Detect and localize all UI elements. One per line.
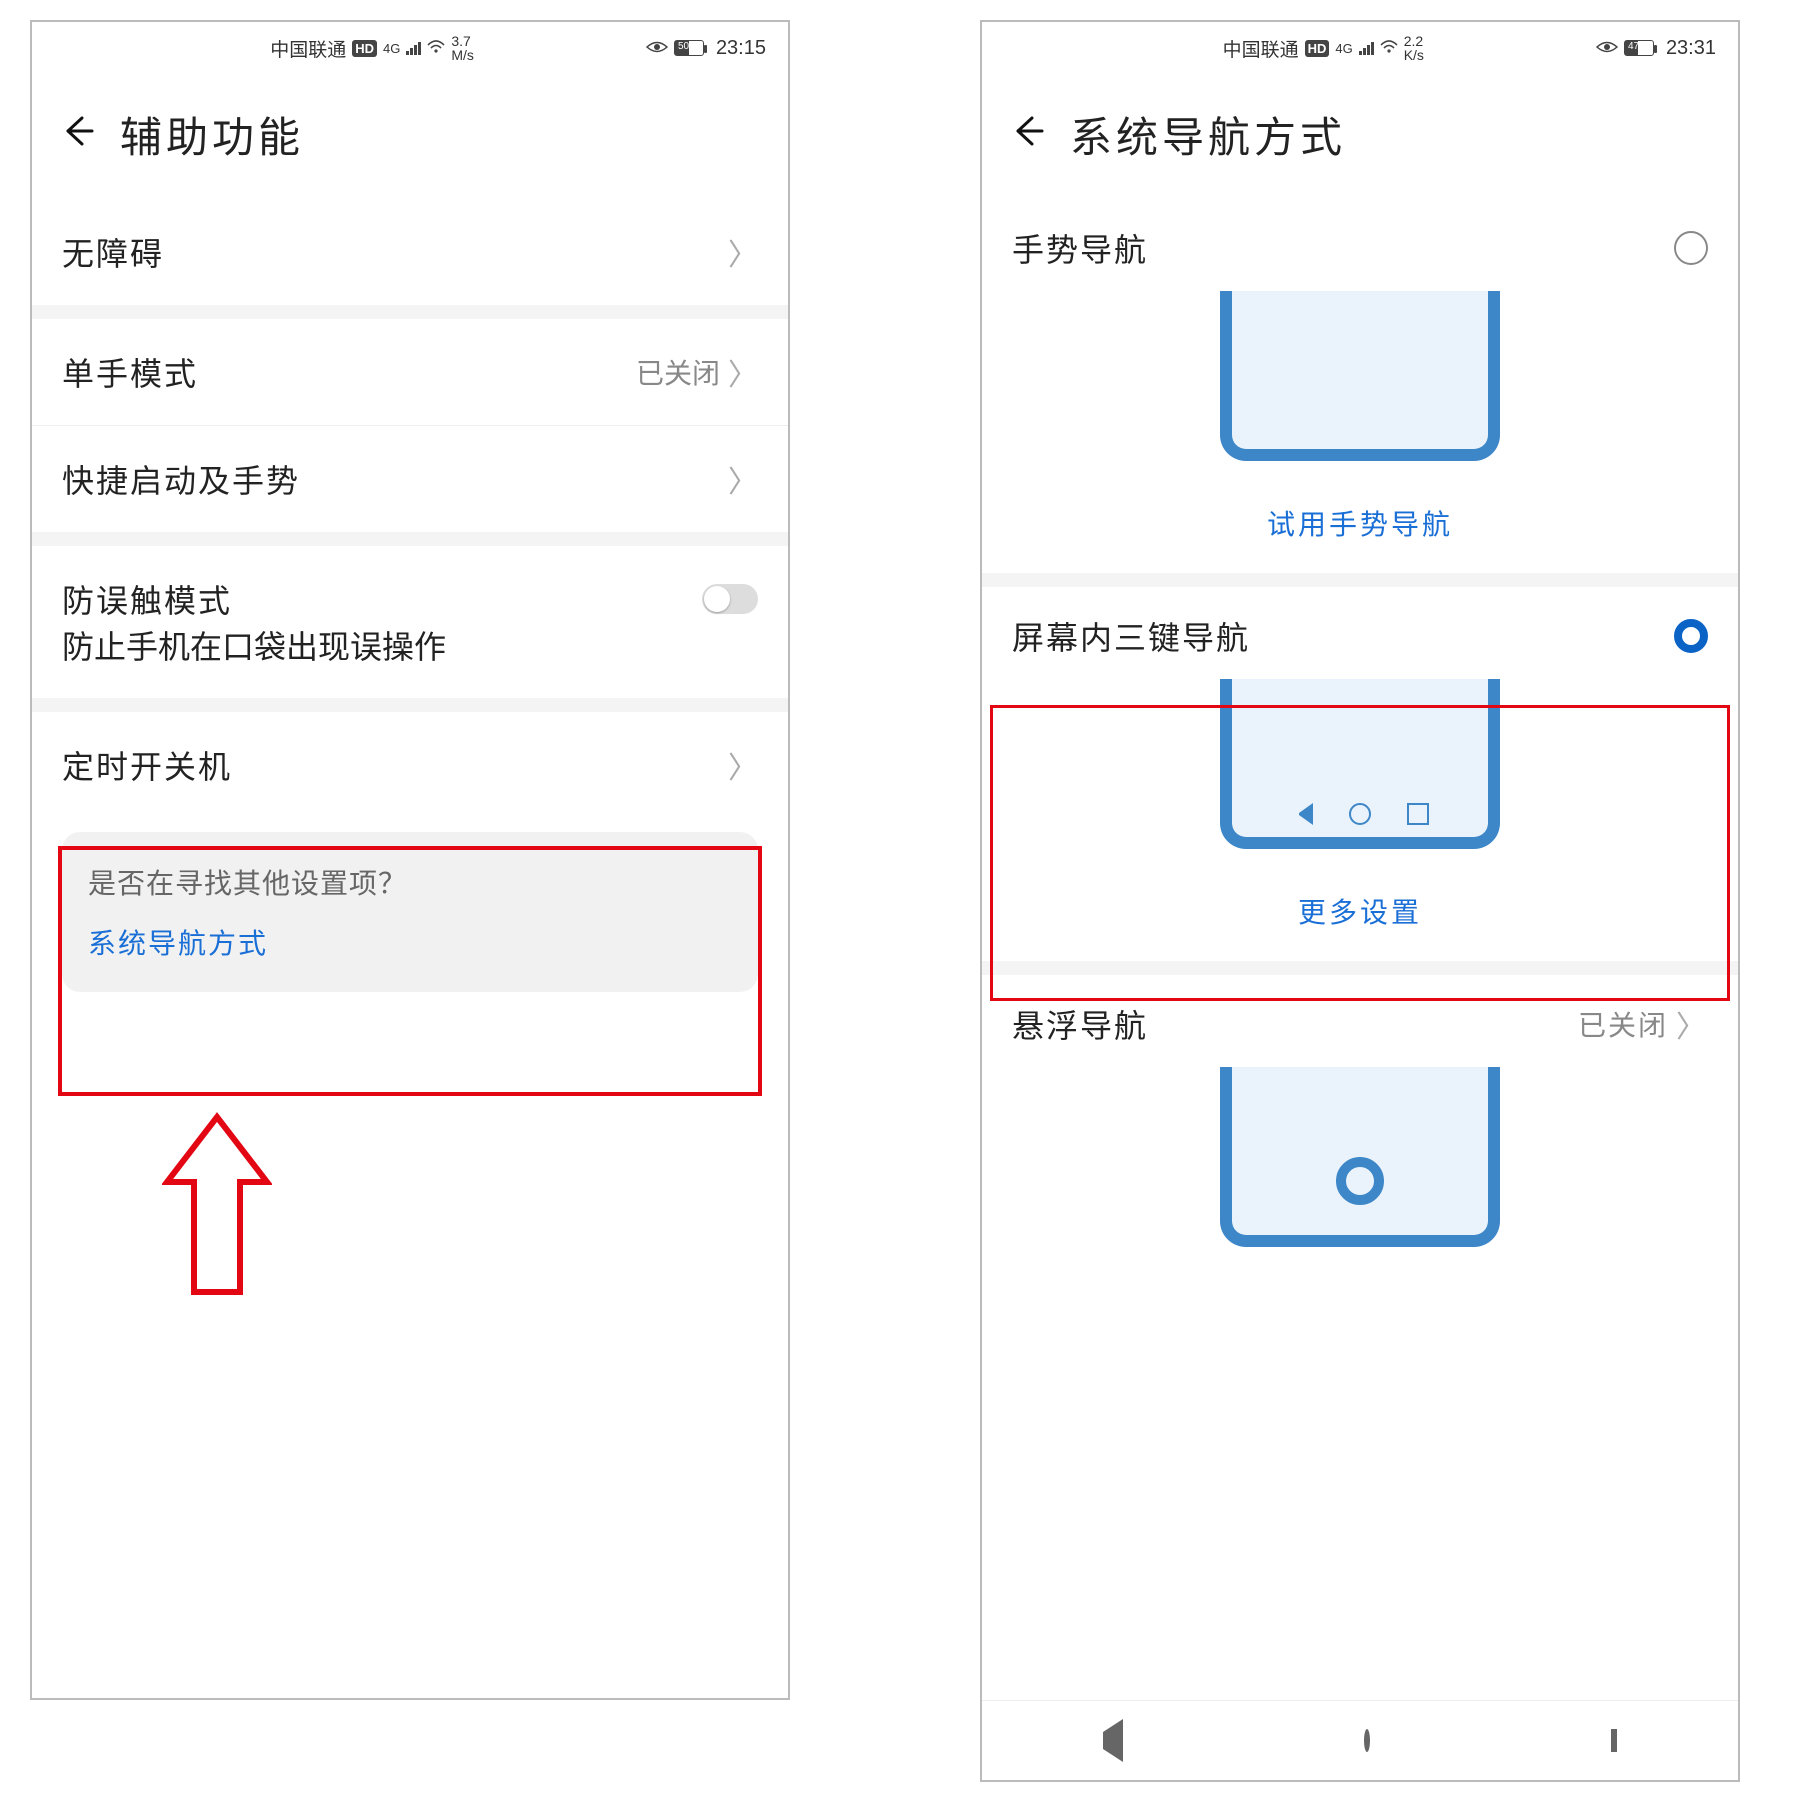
- section-divider: [32, 305, 788, 319]
- chevron-right-icon: 〉: [728, 350, 758, 394]
- nav-option-three-key[interactable]: 屏幕内三键导航: [982, 587, 1738, 673]
- wifi-icon: [1380, 38, 1398, 59]
- annotation-highlight-box: [990, 705, 1730, 1001]
- row-label: 快捷启动及手势: [62, 456, 728, 502]
- system-navigation-bar: [982, 1700, 1738, 1780]
- row-one-hand-mode[interactable]: 单手模式 已关闭 〉: [32, 319, 788, 425]
- signal-icon: [406, 41, 421, 55]
- annotation-arrow-icon: [162, 1112, 272, 1302]
- net-speed-unit: M/s: [451, 48, 474, 62]
- network-gen: 4G: [383, 41, 400, 56]
- row-value: 已关闭: [636, 352, 720, 392]
- preview-floating: [982, 1061, 1738, 1265]
- option-label: 屏幕内三键导航: [1012, 613, 1250, 659]
- row-mistouch-prevention[interactable]: 防误触模式 防止手机在口袋出现误操作: [32, 546, 788, 698]
- row-scheduled-power[interactable]: 定时开关机 〉: [32, 712, 788, 818]
- radio-unselected[interactable]: [1674, 231, 1708, 265]
- chevron-right-icon: 〉: [1676, 1002, 1708, 1046]
- net-speed-value: 3.7: [451, 34, 474, 48]
- net-speed: 3.7 M/s: [451, 34, 474, 62]
- section-divider: [32, 532, 788, 546]
- battery-icon: 47: [1624, 40, 1654, 56]
- option-value: 已关闭: [1578, 1004, 1668, 1044]
- phone-mock-icon: [1220, 291, 1500, 461]
- radio-selected[interactable]: [1674, 619, 1708, 653]
- carrier-label: 中国联通: [270, 35, 346, 62]
- annotation-highlight-box: [58, 846, 762, 1096]
- back-button[interactable]: [1010, 114, 1044, 155]
- wifi-icon: [427, 38, 445, 59]
- option-label: 悬浮导航: [1012, 1001, 1148, 1047]
- page-header: 辅助功能: [32, 70, 788, 199]
- phone-screenshot-accessibility: 中国联通 HD 4G 3.7 M/s 50 23:15 辅助功能 无障碍 〉 单…: [30, 20, 790, 1700]
- row-shortcuts-gestures[interactable]: 快捷启动及手势 〉: [32, 426, 788, 532]
- battery-icon: 50: [674, 40, 704, 56]
- clock: 23:15: [716, 37, 766, 60]
- signal-icon: [1359, 41, 1374, 55]
- hd-badge: HD: [352, 40, 377, 57]
- page-header: 系统导航方式: [982, 70, 1738, 199]
- sys-back-button[interactable]: [1103, 1732, 1123, 1750]
- clock: 23:31: [1666, 37, 1716, 60]
- row-label: 定时开关机: [62, 742, 728, 788]
- nav-option-gesture[interactable]: 手势导航: [982, 199, 1738, 285]
- section-divider: [982, 573, 1738, 587]
- page-title: 辅助功能: [120, 104, 304, 165]
- row-subtitle: 防止手机在口袋出现误操作: [62, 622, 446, 668]
- back-button[interactable]: [60, 114, 94, 155]
- chevron-right-icon: 〉: [728, 743, 758, 787]
- phone-mock-icon: [1220, 1067, 1500, 1247]
- toggle-switch[interactable]: [702, 584, 758, 614]
- chevron-right-icon: 〉: [728, 230, 758, 274]
- net-speed: 2.2 K/s: [1404, 34, 1424, 62]
- eye-comfort-icon: [1596, 38, 1618, 59]
- status-bar: 中国联通 HD 4G 3.7 M/s 50 23:15: [32, 22, 788, 70]
- row-label: 单手模式: [62, 349, 636, 395]
- hd-badge: HD: [1305, 40, 1330, 57]
- network-gen: 4G: [1335, 41, 1352, 56]
- sys-home-button[interactable]: [1364, 1732, 1370, 1750]
- net-speed-value: 2.2: [1404, 34, 1424, 48]
- net-speed-unit: K/s: [1404, 48, 1424, 62]
- preview-gesture: [982, 285, 1738, 479]
- option-label: 手势导航: [1012, 225, 1148, 271]
- carrier-label: 中国联通: [1223, 35, 1299, 62]
- row-accessibility[interactable]: 无障碍 〉: [32, 199, 788, 305]
- row-label: 防误触模式: [62, 576, 702, 622]
- status-bar: 中国联通 HD 4G 2.2 K/s 47 23:31: [982, 22, 1738, 70]
- eye-comfort-icon: [646, 38, 668, 59]
- sys-recents-button[interactable]: [1611, 1732, 1617, 1750]
- section-divider: [32, 698, 788, 712]
- row-label: 无障碍: [62, 229, 728, 275]
- link-try-gesture[interactable]: 试用手势导航: [982, 479, 1738, 573]
- floating-ball-icon: [1336, 1157, 1384, 1205]
- page-title: 系统导航方式: [1070, 104, 1346, 165]
- phone-screenshot-navigation: 中国联通 HD 4G 2.2 K/s 47 23:31 系统导航方式 手势导航 …: [980, 20, 1740, 1782]
- chevron-right-icon: 〉: [728, 457, 758, 501]
